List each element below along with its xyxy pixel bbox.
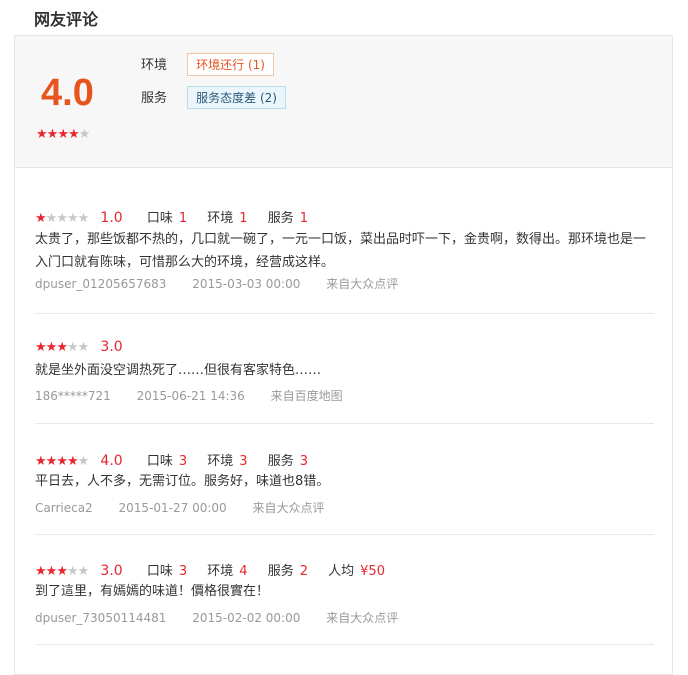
aspect-tag-service[interactable]: 服务态度差 (2)	[187, 86, 286, 109]
review-text: 太贵了，那些饭都不热的，几口就一碗了，一元一口饭，菜出品时吓一下，金贵啊，数得出…	[35, 232, 647, 270]
sub-score-label: 人均	[328, 564, 355, 579]
star-icon: ★	[77, 454, 90, 469]
sub-score-value: 3	[178, 564, 188, 579]
review-source: 来自百度地图	[270, 389, 343, 403]
review-info: 186*****721 2015-06-21 14:36 来自百度地图	[35, 387, 365, 404]
review-item: ★★★★★ 1.0 口味 1 环境 1 服务 1 太贵了，那些饭都不热的，几口就一碗了…	[35, 168, 654, 314]
aspect-tag-environment[interactable]: 环境还行 (1)	[187, 53, 274, 76]
sub-score-label: 环境	[207, 454, 234, 469]
star-icon: ★	[77, 564, 90, 579]
review-rating-line: ★★★★★ 3.0 口味 3 环境 4 服务 2 人均 ¥50	[35, 560, 401, 579]
sub-score-value: 3	[239, 454, 248, 469]
sub-score-label: 口味	[146, 454, 173, 469]
sub-score-label: 口味	[146, 211, 173, 226]
review-rating-line: ★★★★★ 1.0 口味 1 环境 1 服务 1	[35, 207, 324, 226]
review-info: dpuser_01205657683 2015-03-03 00:00 来自大众…	[35, 275, 420, 292]
review-score: 1.0	[100, 210, 123, 226]
review-date: 2015-01-27 00:00	[118, 501, 227, 515]
review-user[interactable]: Carrieca2	[35, 501, 93, 515]
aspect-row-service: 服务 服务态度差 (2)	[141, 86, 286, 109]
sub-score-label: 环境	[207, 211, 234, 226]
overall-star-rating: ★★★★★	[36, 127, 91, 142]
sub-score-label: 服务	[267, 454, 294, 469]
rating-summary: 4.0 ★★★★★ 环境 环境还行 (1) 服务 服务态度差 (2)	[15, 36, 672, 168]
review-source: 来自大众点评	[326, 611, 399, 625]
sub-score-value: 3	[299, 454, 308, 469]
review-item: ★★★★★ 4.0 口味 3 环境 3 服务 3 平日去，人不多，无需订位。服务好，味…	[35, 423, 654, 535]
review-item: ★★★★★ 3.0 就是坐外面没空调热死了……但很有客家特色…… 186****…	[35, 313, 654, 424]
review-text: 平日去，人不多，无需订位。服务好，味道也8错。	[35, 474, 330, 489]
reviews-panel: 4.0 ★★★★★ 环境 环境还行 (1) 服务 服务态度差 (2) ★★★★★…	[14, 35, 673, 675]
review-date: 2015-02-02 00:00	[192, 611, 301, 625]
review-star-rating: ★★★★★	[35, 454, 90, 469]
review-text: 就是坐外面没空调热死了……但很有客家特色……	[35, 363, 322, 378]
review-score: 4.0	[100, 453, 123, 469]
sub-score-label: 服务	[267, 564, 294, 579]
aspect-row-environment: 环境 环境还行 (1)	[141, 53, 274, 76]
overall-score: 4.0	[41, 72, 94, 114]
sub-score-label: 服务	[267, 211, 294, 226]
review-rating-line: ★★★★★ 4.0 口味 3 环境 3 服务 3	[35, 450, 324, 469]
review-user[interactable]: 186*****721	[35, 389, 111, 403]
sub-score-value: ¥50	[360, 564, 385, 579]
aspect-label: 服务	[141, 91, 168, 106]
review-item: ★★★★★ 3.0 口味 3 环境 4 服务 2 人均 ¥50 到了這里，有嫣嫣的味道！…	[35, 534, 654, 645]
sub-score-value: 3	[178, 454, 188, 469]
review-star-rating: ★★★★★	[35, 340, 90, 355]
review-user[interactable]: dpuser_73050114481	[35, 611, 166, 625]
sub-score-value: 4	[239, 564, 248, 579]
review-star-rating: ★★★★★	[35, 564, 90, 579]
sub-score-label: 环境	[207, 564, 234, 579]
review-score: 3.0	[100, 563, 123, 579]
review-date: 2015-06-21 14:36	[136, 389, 245, 403]
sub-score-value: 1	[239, 211, 248, 226]
aspect-label: 环境	[141, 58, 168, 73]
sub-score-label: 口味	[146, 564, 173, 579]
review-info: dpuser_73050114481 2015-02-02 00:00 来自大众…	[35, 609, 420, 626]
review-score: 3.0	[100, 339, 123, 355]
review-user[interactable]: dpuser_01205657683	[35, 277, 166, 291]
review-star-rating: ★★★★★	[35, 211, 90, 226]
sub-score-value: 1	[299, 211, 308, 226]
review-info: Carrieca2 2015-01-27 00:00 来自大众点评	[35, 499, 347, 516]
star-icon: ★	[78, 127, 91, 142]
star-icon: ★	[77, 340, 90, 355]
star-icon: ★	[77, 211, 90, 226]
review-source: 来自大众点评	[326, 277, 399, 291]
review-date: 2015-03-03 00:00	[192, 277, 301, 291]
review-rating-line: ★★★★★ 3.0	[35, 339, 143, 355]
section-title: 网友评论	[34, 10, 99, 29]
sub-score-value: 1	[178, 211, 188, 226]
sub-score-value: 2	[299, 564, 308, 579]
review-source: 来自大众点评	[252, 501, 325, 515]
review-text: 到了這里，有嫣嫣的味道！價格很實在！	[35, 584, 270, 599]
